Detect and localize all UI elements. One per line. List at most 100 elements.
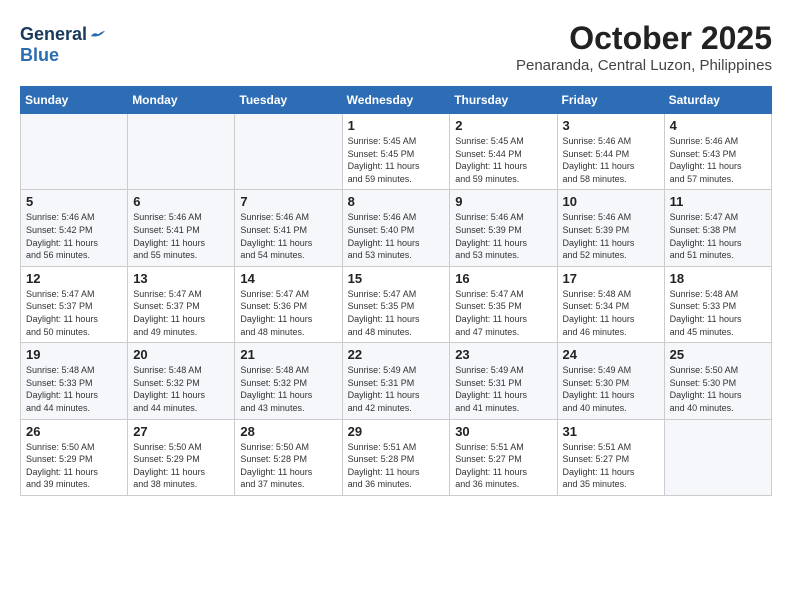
day-info: Sunrise: 5:48 AMSunset: 5:32 PMDaylight:…: [240, 364, 336, 414]
calendar-day-cell: 22Sunrise: 5:49 AMSunset: 5:31 PMDayligh…: [342, 343, 450, 419]
day-number: 23: [455, 347, 551, 362]
calendar-day-cell: 26 Sunrise: 5:50 AMSunset: 5:29 PMDayligh…: [21, 419, 128, 495]
day-number: 20: [133, 347, 229, 362]
weekday-header-row: SundayMondayTuesdayWednesdayThursdayFrid…: [21, 87, 772, 114]
day-info: Sunrise: 5:48 AMSunset: 5:34 PMDaylight:…: [563, 288, 659, 338]
day-info: Sunrise: 5:47 AMSunset: 5:37 PMDaylight:…: [26, 288, 122, 338]
calendar-day-cell: [235, 114, 342, 190]
weekday-header-tuesday: Tuesday: [235, 87, 342, 114]
weekday-header-friday: Friday: [557, 87, 664, 114]
calendar-day-cell: 30 Sunrise: 5:51 AMSunset: 5:27 PMDayligh…: [450, 419, 557, 495]
day-number: 7: [240, 194, 336, 209]
calendar-day-cell: 9 Sunrise: 5:46 AMSunset: 5:39 PMDaylight…: [450, 190, 557, 266]
day-info: Sunrise: 5:49 AMSunset: 5:31 PMDaylight:…: [348, 364, 445, 414]
calendar-day-cell: 13Sunrise: 5:47 AMSunset: 5:37 PMDayligh…: [128, 266, 235, 342]
logo-bird-icon: [89, 29, 107, 43]
day-number: 11: [670, 194, 766, 209]
logo-blue: Blue: [20, 45, 59, 65]
day-number: 6: [133, 194, 229, 209]
calendar-week-row: 1 Sunrise: 5:45 AMSunset: 5:45 PMDaylight…: [21, 114, 772, 190]
day-number: 28: [240, 424, 336, 439]
calendar-day-cell: 2 Sunrise: 5:45 AMSunset: 5:44 PMDaylight…: [450, 114, 557, 190]
day-info: Sunrise: 5:47 AMSunset: 5:38 PMDaylight:…: [670, 211, 766, 261]
day-info: Sunrise: 5:50 AMSunset: 5:29 PMDaylight:…: [26, 441, 122, 491]
calendar-day-cell: 23 Sunrise: 5:49 AMSunset: 5:31 PMDayligh…: [450, 343, 557, 419]
day-number: 4: [670, 118, 766, 133]
calendar-header: October 2025 Penaranda, Central Luzon, P…: [20, 20, 772, 74]
calendar-day-cell: [664, 419, 771, 495]
day-number: 14: [240, 271, 336, 286]
day-number: 29: [348, 424, 445, 439]
calendar-day-cell: 6 Sunrise: 5:46 AMSunset: 5:41 PMDaylight…: [128, 190, 235, 266]
day-info: Sunrise: 5:45 AMSunset: 5:44 PMDaylight:…: [455, 135, 551, 185]
calendar-week-row: 5 Sunrise: 5:46 AMSunset: 5:42 PMDaylight…: [21, 190, 772, 266]
day-info: Sunrise: 5:46 AMSunset: 5:40 PMDaylight:…: [348, 211, 445, 261]
calendar-day-cell: 24Sunrise: 5:49 AMSunset: 5:30 PMDayligh…: [557, 343, 664, 419]
calendar-day-cell: 29 Sunrise: 5:51 AMSunset: 5:28 PMDayligh…: [342, 419, 450, 495]
day-number: 27: [133, 424, 229, 439]
day-number: 8: [348, 194, 445, 209]
day-number: 12: [26, 271, 122, 286]
calendar-day-cell: 5 Sunrise: 5:46 AMSunset: 5:42 PMDaylight…: [21, 190, 128, 266]
calendar-day-cell: 12 Sunrise: 5:47 AMSunset: 5:37 PMDayligh…: [21, 266, 128, 342]
calendar-day-cell: 14 Sunrise: 5:47 AMSunset: 5:36 PMDayligh…: [235, 266, 342, 342]
weekday-header-saturday: Saturday: [664, 87, 771, 114]
day-number: 26: [26, 424, 122, 439]
calendar-week-row: 19Sunrise: 5:48 AMSunset: 5:33 PMDayligh…: [21, 343, 772, 419]
calendar-day-cell: 1 Sunrise: 5:45 AMSunset: 5:45 PMDaylight…: [342, 114, 450, 190]
day-number: 15: [348, 271, 445, 286]
day-number: 5: [26, 194, 122, 209]
calendar-day-cell: 10Sunrise: 5:46 AMSunset: 5:39 PMDayligh…: [557, 190, 664, 266]
weekday-header-monday: Monday: [128, 87, 235, 114]
day-number: 9: [455, 194, 551, 209]
calendar-day-cell: 7 Sunrise: 5:46 AMSunset: 5:41 PMDaylight…: [235, 190, 342, 266]
calendar-day-cell: 21Sunrise: 5:48 AMSunset: 5:32 PMDayligh…: [235, 343, 342, 419]
day-info: Sunrise: 5:47 AMSunset: 5:36 PMDaylight:…: [240, 288, 336, 338]
day-info: Sunrise: 5:46 AMSunset: 5:42 PMDaylight:…: [26, 211, 122, 261]
day-info: Sunrise: 5:46 AMSunset: 5:44 PMDaylight:…: [563, 135, 659, 185]
weekday-header-thursday: Thursday: [450, 87, 557, 114]
day-number: 1: [348, 118, 445, 133]
calendar-day-cell: 4Sunrise: 5:46 AMSunset: 5:43 PMDaylight…: [664, 114, 771, 190]
location-subtitle: Penaranda, Central Luzon, Philippines: [20, 57, 772, 74]
day-number: 19: [26, 347, 122, 362]
month-year-title: October 2025: [20, 20, 772, 57]
calendar-day-cell: 11 Sunrise: 5:47 AMSunset: 5:38 PMDayligh…: [664, 190, 771, 266]
day-info: Sunrise: 5:49 AMSunset: 5:31 PMDaylight:…: [455, 364, 551, 414]
day-number: 3: [563, 118, 659, 133]
weekday-header-wednesday: Wednesday: [342, 87, 450, 114]
day-info: Sunrise: 5:46 AMSunset: 5:41 PMDaylight:…: [240, 211, 336, 261]
day-info: Sunrise: 5:45 AMSunset: 5:45 PMDaylight:…: [348, 135, 445, 185]
day-info: Sunrise: 5:51 AMSunset: 5:28 PMDaylight:…: [348, 441, 445, 491]
calendar-day-cell: 8 Sunrise: 5:46 AMSunset: 5:40 PMDaylight…: [342, 190, 450, 266]
calendar-day-cell: 25Sunrise: 5:50 AMSunset: 5:30 PMDayligh…: [664, 343, 771, 419]
calendar-day-cell: 27 Sunrise: 5:50 AMSunset: 5:29 PMDayligh…: [128, 419, 235, 495]
day-number: 30: [455, 424, 551, 439]
day-number: 16: [455, 271, 551, 286]
logo: General Blue: [20, 24, 107, 66]
day-info: Sunrise: 5:46 AMSunset: 5:41 PMDaylight:…: [133, 211, 229, 261]
day-info: Sunrise: 5:46 AMSunset: 5:39 PMDaylight:…: [563, 211, 659, 261]
day-info: Sunrise: 5:46 AMSunset: 5:39 PMDaylight:…: [455, 211, 551, 261]
day-number: 31: [563, 424, 659, 439]
day-number: 2: [455, 118, 551, 133]
day-info: Sunrise: 5:51 AMSunset: 5:27 PMDaylight:…: [455, 441, 551, 491]
calendar-day-cell: [128, 114, 235, 190]
day-info: Sunrise: 5:47 AMSunset: 5:35 PMDaylight:…: [455, 288, 551, 338]
day-number: 18: [670, 271, 766, 286]
logo-general: General: [20, 24, 87, 44]
calendar-day-cell: [21, 114, 128, 190]
day-info: Sunrise: 5:47 AMSunset: 5:35 PMDaylight:…: [348, 288, 445, 338]
calendar-day-cell: 3 Sunrise: 5:46 AMSunset: 5:44 PMDaylight…: [557, 114, 664, 190]
day-info: Sunrise: 5:50 AMSunset: 5:29 PMDaylight:…: [133, 441, 229, 491]
day-info: Sunrise: 5:50 AMSunset: 5:28 PMDaylight:…: [240, 441, 336, 491]
weekday-header-sunday: Sunday: [21, 87, 128, 114]
calendar-day-cell: 15 Sunrise: 5:47 AMSunset: 5:35 PMDayligh…: [342, 266, 450, 342]
calendar-day-cell: 31 Sunrise: 5:51 AMSunset: 5:27 PMDayligh…: [557, 419, 664, 495]
day-number: 24: [563, 347, 659, 362]
calendar-day-cell: 17Sunrise: 5:48 AMSunset: 5:34 PMDayligh…: [557, 266, 664, 342]
calendar-day-cell: 16 Sunrise: 5:47 AMSunset: 5:35 PMDayligh…: [450, 266, 557, 342]
calendar-week-row: 26 Sunrise: 5:50 AMSunset: 5:29 PMDayligh…: [21, 419, 772, 495]
day-info: Sunrise: 5:48 AMSunset: 5:33 PMDaylight:…: [670, 288, 766, 338]
day-info: Sunrise: 5:51 AMSunset: 5:27 PMDaylight:…: [563, 441, 659, 491]
